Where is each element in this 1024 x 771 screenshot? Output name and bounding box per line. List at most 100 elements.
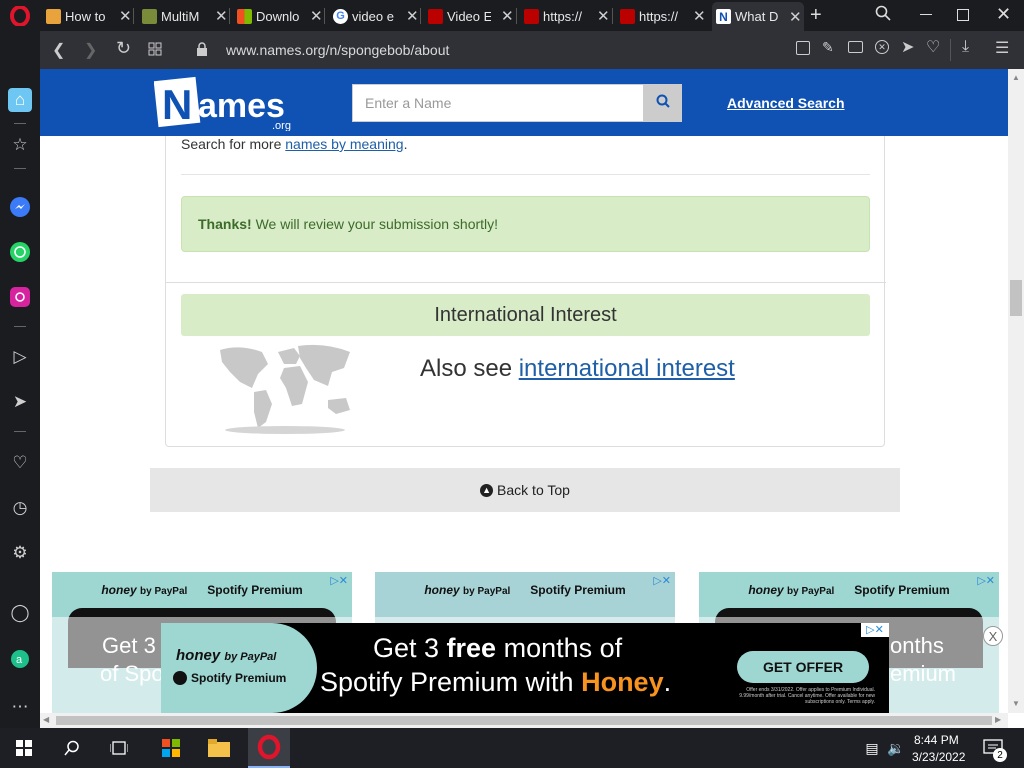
success-alert: Thanks! We will review your submission s… [181, 196, 870, 252]
flow-icon[interactable]: ➤ [8, 390, 32, 414]
tab-5[interactable]: Video E ✕ [428, 4, 514, 28]
svg-text:a: a [16, 654, 23, 666]
adchoices-icon[interactable]: ▷✕ [330, 574, 348, 587]
search-icon[interactable] [58, 734, 86, 762]
scroll-right-icon[interactable]: ▶ [995, 715, 1001, 724]
whatsapp-icon[interactable] [8, 240, 32, 264]
spotify-icon [173, 671, 187, 685]
settings-icon[interactable]: ⚙ [8, 541, 32, 565]
close-tab-icon[interactable]: ✕ [406, 7, 419, 25]
speed-dial-icon[interactable] [148, 42, 162, 61]
download-icon[interactable]: ⤓ [962, 38, 969, 56]
multimc-icon [142, 8, 157, 24]
tab-1[interactable]: How to ✕ [46, 4, 132, 28]
adchoices-icon[interactable]: ▷✕ [861, 623, 889, 637]
instagram-icon[interactable] [8, 285, 32, 309]
forward-icon[interactable]: ❯ [84, 40, 97, 60]
adchoices-icon[interactable]: ▷✕ [977, 574, 995, 587]
task-view-icon[interactable] [105, 734, 133, 762]
nch-icon [620, 8, 635, 24]
close-tab-icon[interactable]: ✕ [119, 7, 132, 25]
address-bar: ❮ ❯ ↻ www.names.org/n/spongebob/about ✎ … [40, 31, 1024, 69]
google-icon: G [333, 8, 348, 24]
tab-4[interactable]: G video e ✕ [333, 4, 419, 28]
tab-2[interactable]: MultiM ✕ [142, 4, 228, 28]
name-search-input[interactable]: Enter a Name [352, 84, 644, 122]
windows-icon [237, 8, 252, 24]
edit-icon[interactable]: ✎ [822, 39, 834, 56]
reader-icon[interactable] [796, 41, 810, 55]
advanced-search-link[interactable]: Advanced Search [727, 95, 845, 111]
aria-icon[interactable]: a [8, 647, 32, 671]
close-tab-icon[interactable]: ✕ [789, 8, 802, 26]
opera-logo-icon[interactable] [10, 5, 30, 27]
close-tab-icon[interactable]: ✕ [310, 7, 323, 25]
adblock-icon[interactable]: ✕ [875, 40, 889, 54]
home-icon[interactable]: ⌂ [8, 88, 32, 112]
scroll-up-icon[interactable]: ▲ [1012, 73, 1020, 82]
names-by-meaning-link[interactable]: names by meaning [285, 136, 403, 152]
spotify-logo: Spotify Premium [173, 671, 286, 685]
scroll-down-icon[interactable]: ▼ [1012, 699, 1020, 708]
tab-8-active[interactable]: N What D ✕ [712, 2, 804, 31]
easy-setup-icon[interactable]: ☰ [995, 38, 1009, 58]
back-icon[interactable]: ❮ [52, 40, 65, 60]
close-window-icon[interactable]: ✕ [996, 4, 1011, 25]
adchoices-icon[interactable]: ▷✕ [653, 574, 671, 587]
honey-paypal-logo: honey by PayPal [176, 647, 277, 664]
send-icon[interactable]: ➤ [901, 37, 914, 57]
vertical-scroll-thumb[interactable] [1010, 280, 1022, 316]
reload-icon[interactable]: ↻ [116, 38, 131, 59]
close-tab-icon[interactable]: ✕ [501, 7, 514, 25]
search-button[interactable] [643, 84, 682, 122]
tab-7[interactable]: https:// ✕ [620, 4, 706, 28]
pinboard-heart-icon[interactable]: ♡ [8, 451, 32, 475]
camera-icon[interactable] [848, 41, 863, 53]
heart-icon[interactable]: ♡ [926, 37, 940, 57]
close-ad-button[interactable]: X [983, 626, 1003, 646]
ad-logo-panel: honey by PayPal Spotify Premium [161, 623, 317, 713]
search-tabs-icon[interactable] [875, 5, 891, 26]
windows-start-icon[interactable] [10, 734, 38, 762]
messenger-icon[interactable] [8, 195, 32, 219]
clock-time[interactable]: 8:44 PM [914, 733, 959, 747]
lock-icon[interactable] [196, 42, 208, 62]
svg-text:.org: .org [272, 120, 291, 131]
more-icon[interactable]: ⋯ [8, 695, 32, 719]
close-tab-icon[interactable]: ✕ [597, 7, 610, 25]
close-tab-icon[interactable]: ✕ [693, 7, 706, 25]
vertical-scrollbar[interactable]: ▲ ▼ [1008, 69, 1024, 713]
tips-lightbulb-icon[interactable]: ◯ [8, 601, 32, 625]
opera-taskbar-active[interactable] [248, 728, 290, 768]
back-to-top-button[interactable]: ▲ Back to Top [150, 468, 900, 512]
divider [181, 174, 870, 175]
player-icon[interactable]: ▷ [8, 345, 32, 369]
clock-date[interactable]: 3/23/2022 [912, 750, 965, 764]
tab-3[interactable]: Downlo ✕ [237, 4, 323, 28]
international-interest-link[interactable]: international interest [519, 355, 735, 382]
world-map-image[interactable] [210, 342, 360, 434]
close-tab-icon[interactable]: ✕ [215, 7, 228, 25]
names-logo[interactable]: N ames .org [153, 73, 299, 132]
tab-6[interactable]: https:// ✕ [524, 4, 610, 28]
scroll-left-icon[interactable]: ◀ [43, 715, 49, 724]
volume-icon[interactable]: 🔉 [882, 734, 910, 762]
sticky-spotify-ad[interactable]: honey by PayPal Spotify Premium Get 3 fr… [161, 623, 889, 713]
honey-paypal-logo: honey by PayPal [748, 583, 835, 597]
nch-icon [428, 8, 443, 24]
arrow-up-circle-icon: ▲ [480, 483, 494, 497]
spotify-logo: Spotify Premium [854, 583, 950, 597]
get-offer-button[interactable]: GET OFFER [737, 651, 869, 683]
minimize-icon[interactable] [920, 14, 932, 15]
new-tab-icon[interactable]: + [810, 4, 822, 27]
international-interest-heading: International Interest [181, 294, 870, 336]
url-field[interactable]: www.names.org/n/spongebob/about [226, 36, 876, 64]
bookmarks-icon[interactable]: ☆ [8, 133, 32, 157]
store-icon[interactable] [157, 734, 185, 762]
windows-taskbar: ▤ 🔉 8:44 PM 3/23/2022 2 [0, 728, 1024, 768]
restore-icon[interactable] [957, 9, 969, 21]
ad-headline-line2: Spotify Premium with Honey. [320, 667, 672, 697]
file-explorer-icon[interactable] [205, 734, 233, 762]
history-icon[interactable]: ◷ [8, 496, 32, 520]
horizontal-scroll-thumb[interactable] [56, 716, 992, 725]
